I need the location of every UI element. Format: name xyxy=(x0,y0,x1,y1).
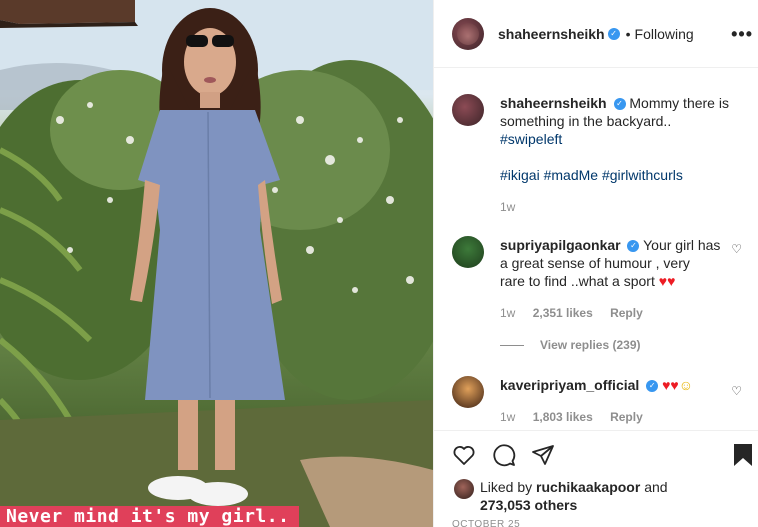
commenter-username[interactable]: kaveripriyam_official xyxy=(500,377,639,393)
hearts-emoji: ♥♥ xyxy=(658,273,676,289)
caption-text: shaheernsheikh ✓ Mommy there is somethin… xyxy=(500,94,742,216)
caption-row: shaheernsheikh ✓ Mommy there is somethin… xyxy=(452,94,742,216)
verified-badge-icon: ✓ xyxy=(627,240,640,253)
more-options-icon[interactable]: ••• xyxy=(731,24,753,45)
caption-line-1: Mommy there is xyxy=(629,95,729,111)
view-replies-button[interactable]: View replies (239) xyxy=(500,338,641,352)
post-photo[interactable]: Never mind it's my girl.. xyxy=(0,0,433,527)
comment-likes[interactable]: 2,351 likes xyxy=(533,306,593,320)
comment-line-1: Your girl has xyxy=(643,237,721,253)
post-side-panel: shaheernsheikh ✓ • Following ••• shaheer… xyxy=(433,0,758,527)
comment-bubble-icon[interactable] xyxy=(492,443,516,467)
liked-by-others[interactable]: 273,053 others xyxy=(480,497,577,513)
liked-by-and: and xyxy=(644,479,668,495)
action-bar xyxy=(434,430,758,470)
comment-likes[interactable]: 1,803 likes xyxy=(533,410,593,424)
caption-meta: 1w xyxy=(500,198,742,216)
hearts-emoji: ♥♥ xyxy=(662,377,679,393)
liker-avatar[interactable] xyxy=(454,479,474,499)
comment-like-heart-icon[interactable]: ♡ xyxy=(731,242,742,256)
comment-meta: 1w 1,803 likes Reply xyxy=(500,408,742,426)
commenter-avatar[interactable] xyxy=(452,236,484,268)
hashtag-girlwithcurls[interactable]: #girlwithcurls xyxy=(602,167,683,183)
caption-time[interactable]: 1w xyxy=(500,200,515,214)
hashtag-ikigai[interactable]: #ikigai xyxy=(500,167,540,183)
hashtag-swipeleft[interactable]: #swipeleft xyxy=(500,131,562,147)
comment-row: kaveripriyam_official ✓ ♥♥☺ 1w 1,803 lik… xyxy=(452,376,742,426)
author-info: shaheernsheikh ✓ • Following xyxy=(498,26,694,42)
author-avatar[interactable] xyxy=(452,17,484,50)
replies-divider-line xyxy=(500,344,524,346)
comment-text: kaveripriyam_official ✓ ♥♥☺ 1w 1,803 lik… xyxy=(500,376,742,426)
comment-time[interactable]: 1w xyxy=(500,410,515,424)
comments-list[interactable]: shaheernsheikh ✓ Mommy there is somethin… xyxy=(434,68,758,430)
post-date[interactable]: OCTOBER 25 xyxy=(452,519,520,527)
caption-avatar[interactable] xyxy=(452,94,484,126)
share-paper-plane-icon[interactable] xyxy=(531,443,555,467)
liked-by-user[interactable]: ruchikaakapoor xyxy=(536,479,640,495)
commenter-username[interactable]: supriyapilgaonkar xyxy=(500,237,621,253)
reply-button[interactable]: Reply xyxy=(610,410,643,424)
liked-by-text: Liked by ruchikaakapoor and 273,053 othe… xyxy=(480,478,668,514)
commenter-avatar[interactable] xyxy=(452,376,484,408)
comment-line-3: rare to find ..what a sport xyxy=(500,273,655,289)
following-button[interactable]: Following xyxy=(635,26,694,42)
comment-time[interactable]: 1w xyxy=(500,306,515,320)
like-heart-icon[interactable] xyxy=(452,443,476,467)
verified-badge-icon: ✓ xyxy=(613,98,626,111)
hashtag-madme[interactable]: #madMe xyxy=(544,167,598,183)
photo-scene xyxy=(0,0,433,527)
caption-line-2: something in the backyard.. xyxy=(500,113,672,129)
smile-emoji: ☺ xyxy=(678,377,693,393)
save-bookmark-icon[interactable] xyxy=(732,443,754,467)
comment-row: supriyapilgaonkar ✓ Your girl has a grea… xyxy=(452,236,742,322)
caption-username[interactable]: shaheernsheikh xyxy=(500,95,607,111)
photo-caption-overlay: Never mind it's my girl.. xyxy=(0,506,300,527)
comment-text: supriyapilgaonkar ✓ Your girl has a grea… xyxy=(500,236,742,322)
verified-badge-icon: ✓ xyxy=(646,380,659,393)
verified-badge-icon: ✓ xyxy=(607,27,620,40)
liked-by-section: Liked by ruchikaakapoor and 273,053 othe… xyxy=(434,470,758,515)
comment-meta: 1w 2,351 likes Reply xyxy=(500,304,722,322)
comment-like-heart-icon[interactable]: ♡ xyxy=(731,384,742,398)
view-replies-label: View replies (239) xyxy=(540,338,641,352)
post-header: shaheernsheikh ✓ • Following ••• xyxy=(434,0,758,68)
comment-line-2: a great sense of humour , very xyxy=(500,255,690,271)
reply-button[interactable]: Reply xyxy=(610,306,643,320)
separator-dot: • xyxy=(625,25,631,42)
liked-by-prefix: Liked by xyxy=(480,479,533,495)
author-username[interactable]: shaheernsheikh xyxy=(498,26,605,42)
